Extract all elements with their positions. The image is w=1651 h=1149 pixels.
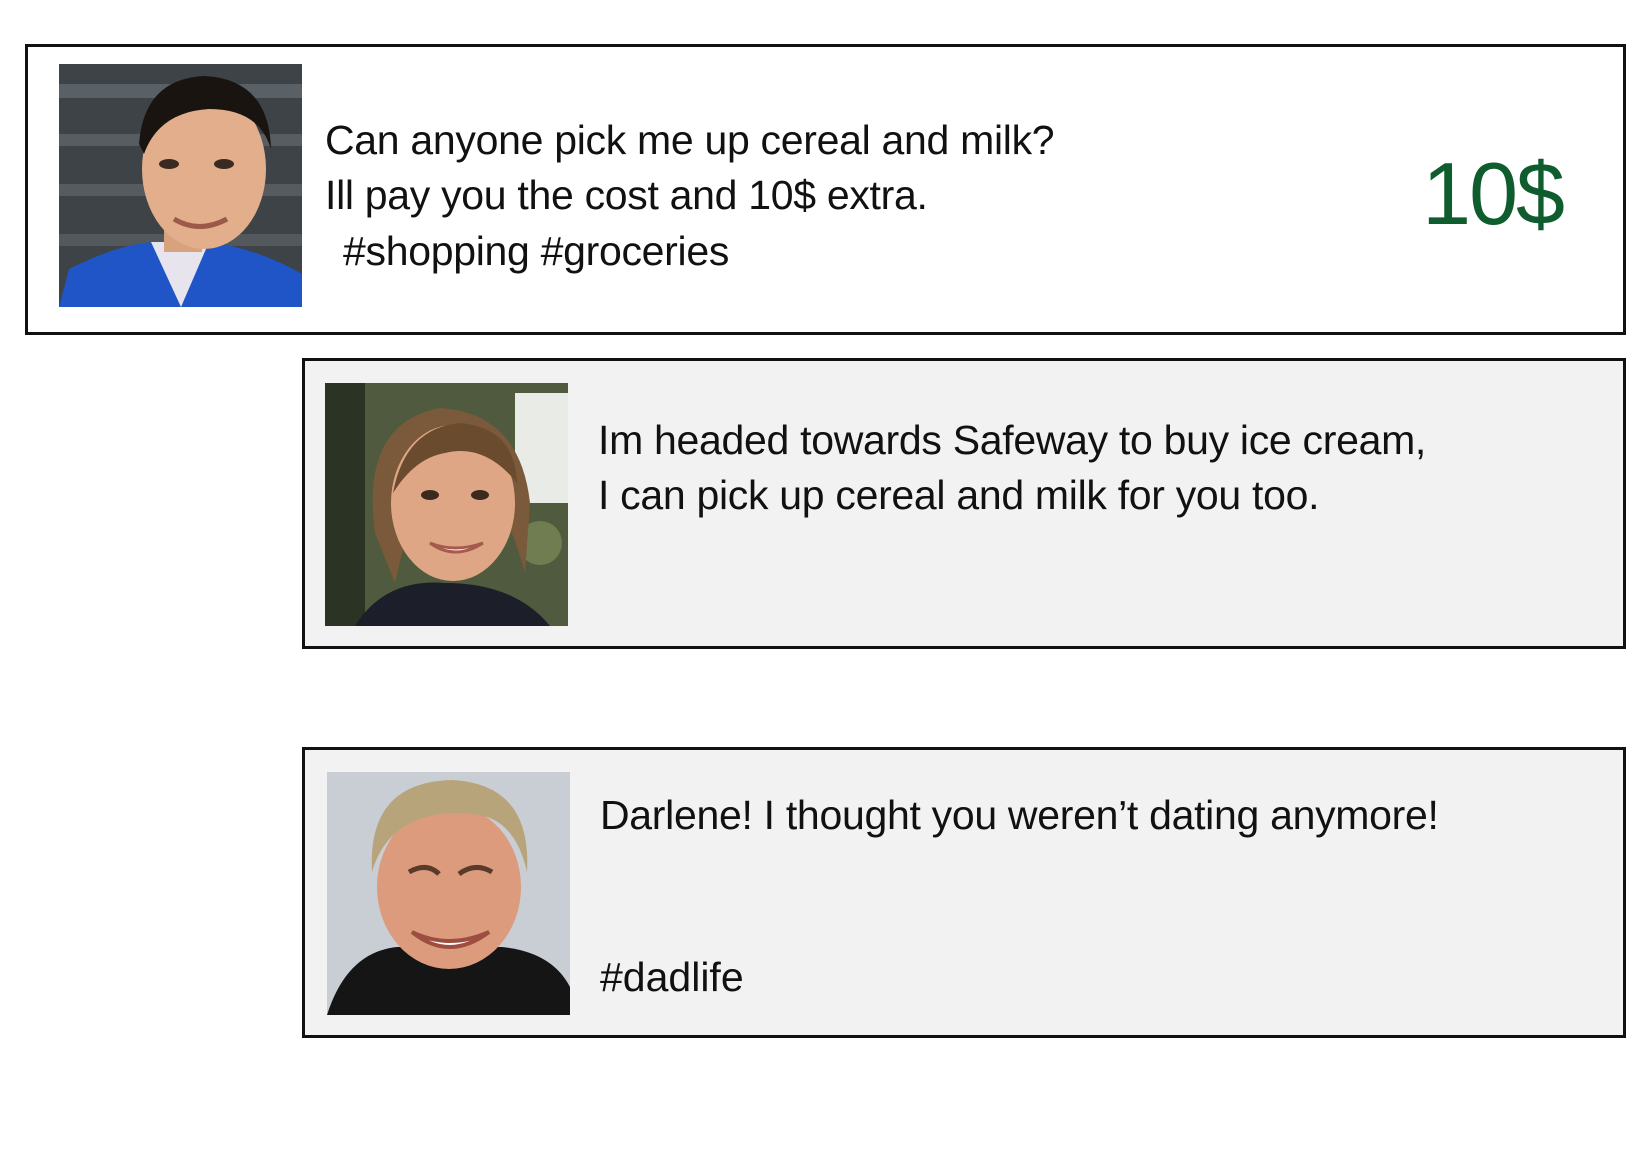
young-man-avatar[interactable]	[59, 64, 302, 307]
reward-amount: 10$	[1422, 144, 1565, 243]
post-card-request[interactable]: Can anyone pick me up cereal and milk? I…	[25, 44, 1626, 335]
reply-2-message: Darlene! I thought you weren’t dating an…	[600, 792, 1439, 838]
young-man-avatar-icon	[59, 64, 302, 307]
older-man-avatar[interactable]	[327, 772, 570, 1015]
reply-1-line-2: I can pick up cereal and milk for you to…	[598, 472, 1320, 518]
older-man-avatar-icon	[327, 772, 570, 1015]
request-hashtags[interactable]: #shopping #groceries	[343, 224, 729, 279]
request-message: Can anyone pick me up cereal and milk? I…	[325, 113, 1055, 223]
request-line-2: Ill pay you the cost and 10$ extra.	[325, 172, 928, 218]
reply-card-1[interactable]: Im headed towards Safeway to buy ice cre…	[302, 358, 1626, 649]
young-woman-avatar[interactable]	[325, 383, 568, 626]
reply-1-line-1: Im headed towards Safeway to buy ice cre…	[598, 417, 1427, 463]
reply-card-2[interactable]: Darlene! I thought you weren’t dating an…	[302, 747, 1626, 1038]
request-line-1: Can anyone pick me up cereal and milk?	[325, 117, 1055, 163]
reply-1-message: Im headed towards Safeway to buy ice cre…	[598, 413, 1426, 523]
reply-2-hashtag[interactable]: #dadlife	[600, 950, 744, 1005]
young-woman-avatar-icon	[325, 383, 568, 626]
